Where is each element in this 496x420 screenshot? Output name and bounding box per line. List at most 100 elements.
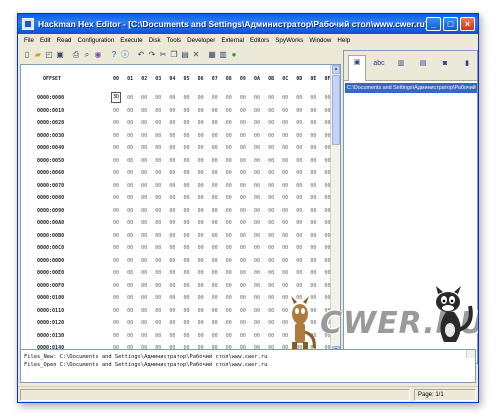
paste-icon[interactable]: ▤ <box>180 50 190 60</box>
hex-byte[interactable]: 00 <box>167 183 177 189</box>
hex-byte[interactable]: 00 <box>196 233 206 239</box>
hex-byte[interactable]: 00 <box>125 183 135 189</box>
menu-help[interactable]: Help <box>334 37 353 44</box>
hex-byte[interactable]: 00 <box>323 183 333 189</box>
hex-byte[interactable]: 00 <box>210 295 220 301</box>
hex-byte[interactable]: 00 <box>139 170 149 176</box>
hex-byte[interactable]: 00 <box>153 158 163 164</box>
hex-byte[interactable]: 00 <box>252 295 262 301</box>
hex-byte[interactable]: 00 <box>153 233 163 239</box>
grid-icon[interactable]: ▦ <box>207 50 217 60</box>
hex-byte[interactable]: 00 <box>224 95 234 101</box>
hex-byte[interactable]: 00 <box>224 108 234 114</box>
hex-byte[interactable]: 00 <box>139 245 149 251</box>
redo-icon[interactable]: ↷ <box>147 50 157 60</box>
hex-byte[interactable]: 00 <box>125 308 135 314</box>
hex-byte[interactable]: 00 <box>210 233 220 239</box>
hex-byte[interactable]: 00 <box>139 208 149 214</box>
calculator-icon[interactable]: ▥ <box>218 50 228 60</box>
hex-byte[interactable]: 00 <box>294 208 304 214</box>
hex-byte[interactable]: 00 <box>294 133 304 139</box>
hex-byte[interactable]: 00 <box>280 220 290 226</box>
hex-byte[interactable]: 00 <box>153 258 163 264</box>
hex-byte[interactable]: 00 <box>323 233 333 239</box>
hex-byte[interactable]: 00 <box>167 233 177 239</box>
hex-byte[interactable]: 00 <box>224 195 234 201</box>
menu-file[interactable]: File <box>21 37 37 44</box>
hex-byte[interactable]: 00 <box>224 120 234 126</box>
hex-byte[interactable]: 00 <box>125 120 135 126</box>
hex-byte[interactable]: 00 <box>280 158 290 164</box>
hex-byte[interactable]: 00 <box>323 220 333 226</box>
hex-byte[interactable]: 00 <box>252 158 262 164</box>
hex-byte[interactable]: 00 <box>167 208 177 214</box>
hex-byte[interactable]: 00 <box>111 220 121 226</box>
hex-byte[interactable]: 00 <box>153 245 163 251</box>
hex-byte[interactable]: 00 <box>266 295 276 301</box>
hex-byte[interactable]: 00 <box>182 295 192 301</box>
hex-byte[interactable]: 00 <box>111 158 121 164</box>
hex-byte[interactable]: 00 <box>196 245 206 251</box>
hex-byte[interactable]: 00 <box>125 283 135 289</box>
hex-byte[interactable]: 00 <box>182 95 192 101</box>
hex-byte[interactable]: 00 <box>294 195 304 201</box>
hex-byte[interactable]: 00 <box>210 283 220 289</box>
hex-byte[interactable]: 00 <box>167 333 177 339</box>
hex-byte[interactable]: 00 <box>182 270 192 276</box>
hex-byte[interactable]: 00 <box>210 258 220 264</box>
hex-byte[interactable]: 00 <box>224 270 234 276</box>
hex-byte[interactable]: 00 <box>238 95 248 101</box>
open-folder-icon[interactable]: ▰ <box>33 50 43 60</box>
hex-byte[interactable]: 00 <box>323 145 333 151</box>
hex-byte[interactable]: 00 <box>196 170 206 176</box>
bookmark-icon[interactable]: ▮ <box>458 57 476 71</box>
print-preview-icon[interactable]: ⌕ <box>82 50 92 60</box>
hex-byte[interactable]: 00 <box>182 220 192 226</box>
hex-byte[interactable]: 00 <box>139 270 149 276</box>
hex-byte[interactable]: 00 <box>210 320 220 326</box>
hex-byte[interactable]: 00 <box>182 283 192 289</box>
hex-byte[interactable]: 00 <box>196 208 206 214</box>
hex-byte[interactable]: 00 <box>238 170 248 176</box>
cut-icon[interactable]: ✂ <box>158 50 168 60</box>
delete-icon[interactable]: ✕ <box>191 50 201 60</box>
hex-byte[interactable]: 00 <box>210 270 220 276</box>
hex-byte[interactable]: 00 <box>252 120 262 126</box>
hex-byte[interactable]: 00 <box>139 308 149 314</box>
hex-byte[interactable]: 00 <box>182 145 192 151</box>
menu-window[interactable]: Window <box>306 37 334 44</box>
hex-byte[interactable]: 00 <box>210 108 220 114</box>
hex-byte[interactable]: 00 <box>167 108 177 114</box>
hex-byte[interactable]: 00 <box>238 158 248 164</box>
menu-read[interactable]: Read <box>54 37 75 44</box>
hex-byte[interactable]: 00 <box>323 120 333 126</box>
hex-byte[interactable]: 00 <box>210 220 220 226</box>
title-bar[interactable]: Hackman Hex Editor - [C:\Documents and S… <box>18 14 478 34</box>
hex-byte[interactable]: 00 <box>210 195 220 201</box>
hex-byte[interactable]: 00 <box>252 195 262 201</box>
hex-byte[interactable]: 00 <box>252 270 262 276</box>
print-icon[interactable]: ⎙ <box>71 50 81 60</box>
hex-byte[interactable]: 00 <box>182 108 192 114</box>
hex-byte[interactable]: 00 <box>308 270 318 276</box>
hex-byte[interactable]: 00 <box>238 233 248 239</box>
hex-byte[interactable]: 00 <box>308 233 318 239</box>
hex-byte[interactable]: 00 <box>125 170 135 176</box>
hex-byte[interactable]: 00 <box>125 208 135 214</box>
hex-byte[interactable]: 00 <box>224 208 234 214</box>
hex-byte[interactable]: 00 <box>153 170 163 176</box>
hex-byte[interactable]: 00 <box>125 295 135 301</box>
hex-byte[interactable]: 00 <box>238 183 248 189</box>
hex-byte[interactable]: 00 <box>167 120 177 126</box>
hex-byte[interactable]: 00 <box>294 283 304 289</box>
hex-byte[interactable]: 00 <box>238 145 248 151</box>
hex-byte[interactable]: 00 <box>266 270 276 276</box>
hex-byte[interactable]: 00 <box>111 308 121 314</box>
menu-developer[interactable]: Developer <box>184 37 218 44</box>
hex-byte[interactable]: 00 <box>238 333 248 339</box>
hex-byte[interactable]: 00 <box>182 208 192 214</box>
hex-byte[interactable]: 00 <box>252 233 262 239</box>
hex-byte[interactable]: 00 <box>139 295 149 301</box>
hex-byte[interactable]: 00 <box>153 308 163 314</box>
hex-byte[interactable]: 00 <box>139 333 149 339</box>
